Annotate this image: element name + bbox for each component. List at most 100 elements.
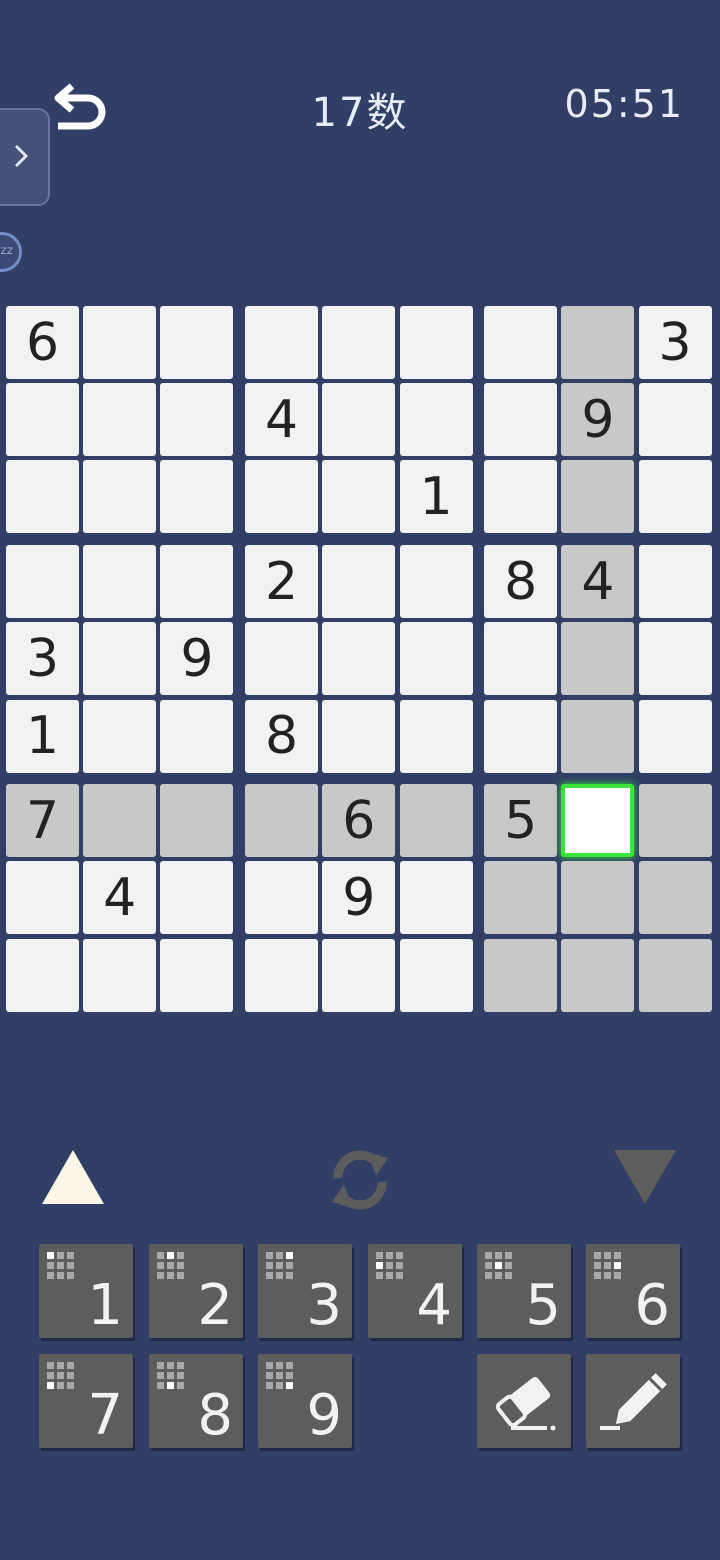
cell-r9-c8[interactable] <box>561 938 635 1012</box>
cell-r5-c7[interactable] <box>484 622 558 696</box>
erase-button[interactable] <box>477 1354 571 1448</box>
cell-r9-c5[interactable] <box>322 938 396 1012</box>
cell-r4-c3[interactable] <box>160 545 234 619</box>
next-button[interactable] <box>612 1148 678 1210</box>
cell-r3-c7[interactable] <box>484 460 558 534</box>
cell-r9-c3[interactable] <box>160 938 234 1012</box>
zz-badge-icon[interactable]: ZZ <box>0 232 22 272</box>
cell-r2-c5[interactable] <box>322 383 396 457</box>
number-key-8[interactable]: 8 <box>149 1354 243 1448</box>
cell-r7-c1[interactable]: 7 <box>6 784 79 858</box>
cell-r6-c5[interactable] <box>322 699 396 773</box>
cell-r5-c5[interactable] <box>322 622 396 696</box>
cell-r4-c6[interactable] <box>399 545 473 619</box>
cell-r8-c2[interactable]: 4 <box>83 861 157 935</box>
number-key-7[interactable]: 7 <box>39 1354 133 1448</box>
cell-r9-c6[interactable] <box>399 938 473 1012</box>
cell-r4-c5[interactable] <box>322 545 396 619</box>
cell-r4-c2[interactable] <box>83 545 157 619</box>
number-key-label: 7 <box>87 1383 123 1448</box>
cell-r8-c1[interactable] <box>6 861 79 935</box>
number-key-2[interactable]: 2 <box>149 1244 243 1338</box>
cell-r3-c2[interactable] <box>83 460 157 534</box>
number-key-label: 9 <box>306 1383 342 1448</box>
cell-r7-c5[interactable]: 6 <box>322 784 396 858</box>
cell-r4-c8[interactable]: 4 <box>561 545 635 619</box>
cell-r6-c7[interactable] <box>484 699 558 773</box>
cell-r7-c2[interactable] <box>83 784 157 858</box>
previous-button[interactable] <box>40 1148 106 1210</box>
cell-r1-c9[interactable]: 3 <box>638 306 712 379</box>
cell-r2-c6[interactable] <box>399 383 473 457</box>
cell-r6-c4[interactable]: 8 <box>245 699 319 773</box>
cell-r2-c4[interactable]: 4 <box>245 383 319 457</box>
cell-r4-c9[interactable] <box>638 545 712 619</box>
cell-r8-c5[interactable]: 9 <box>322 861 396 935</box>
cell-r2-c2[interactable] <box>83 383 157 457</box>
cell-r9-c1[interactable] <box>6 938 79 1012</box>
cell-r8-c7[interactable] <box>484 861 558 935</box>
cell-r5-c3[interactable]: 9 <box>160 622 234 696</box>
number-key-3[interactable]: 3 <box>258 1244 352 1338</box>
cell-r1-c3[interactable] <box>160 306 234 379</box>
cell-r8-c4[interactable] <box>245 861 319 935</box>
cell-r7-c8[interactable] <box>561 784 635 858</box>
number-key-6[interactable]: 6 <box>586 1244 680 1338</box>
cell-r3-c4[interactable] <box>245 460 319 534</box>
cell-r3-c6[interactable]: 1 <box>399 460 473 534</box>
cell-r2-c8[interactable]: 9 <box>561 383 635 457</box>
cell-r2-c3[interactable] <box>160 383 234 457</box>
cell-r3-c1[interactable] <box>6 460 79 534</box>
cell-r1-c4[interactable] <box>245 306 319 379</box>
cell-r7-c4[interactable] <box>245 784 319 858</box>
cell-r2-c1[interactable] <box>6 383 79 457</box>
cell-r4-c1[interactable] <box>6 545 79 619</box>
cell-r5-c9[interactable] <box>638 622 712 696</box>
cell-r6-c6[interactable] <box>399 699 473 773</box>
cell-r1-c6[interactable] <box>399 306 473 379</box>
cell-r8-c3[interactable] <box>160 861 234 935</box>
cell-r6-c2[interactable] <box>83 699 157 773</box>
cell-r8-c8[interactable] <box>561 861 635 935</box>
cell-r7-c6[interactable] <box>399 784 473 858</box>
cell-r5-c1[interactable]: 3 <box>6 622 79 696</box>
cell-r9-c2[interactable] <box>83 938 157 1012</box>
pencil-button[interactable] <box>586 1354 680 1448</box>
cell-r1-c1[interactable]: 6 <box>6 306 79 379</box>
cell-r5-c2[interactable] <box>83 622 157 696</box>
cell-r7-c7[interactable]: 5 <box>484 784 558 858</box>
cycle-button[interactable] <box>324 1144 396 1220</box>
cell-r1-c7[interactable] <box>484 306 558 379</box>
cell-r3-c3[interactable] <box>160 460 234 534</box>
cell-r1-c8[interactable] <box>561 306 635 379</box>
cell-r2-c9[interactable] <box>638 383 712 457</box>
cell-r1-c2[interactable] <box>83 306 157 379</box>
cell-r5-c4[interactable] <box>245 622 319 696</box>
cell-r7-c9[interactable] <box>638 784 712 858</box>
number-key-1[interactable]: 1 <box>39 1244 133 1338</box>
cell-r6-c1[interactable]: 1 <box>6 699 79 773</box>
number-key-label: 2 <box>197 1273 233 1338</box>
cell-r6-c8[interactable] <box>561 699 635 773</box>
cell-r8-c9[interactable] <box>638 861 712 935</box>
number-key-4[interactable]: 4 <box>368 1244 462 1338</box>
cell-r7-c3[interactable] <box>160 784 234 858</box>
number-key-5[interactable]: 5 <box>477 1244 571 1338</box>
cell-r2-c7[interactable] <box>484 383 558 457</box>
cell-r5-c8[interactable] <box>561 622 635 696</box>
side-panel-toggle[interactable] <box>0 108 50 206</box>
number-key-9[interactable]: 9 <box>258 1354 352 1448</box>
cell-r9-c7[interactable] <box>484 938 558 1012</box>
cell-r6-c3[interactable] <box>160 699 234 773</box>
cell-r3-c8[interactable] <box>561 460 635 534</box>
cell-r4-c4[interactable]: 2 <box>245 545 319 619</box>
cell-r9-c4[interactable] <box>245 938 319 1012</box>
cell-r3-c9[interactable] <box>638 460 712 534</box>
cell-r6-c9[interactable] <box>638 699 712 773</box>
cell-r8-c6[interactable] <box>399 861 473 935</box>
cell-r4-c7[interactable]: 8 <box>484 545 558 619</box>
cell-r1-c5[interactable] <box>322 306 396 379</box>
cell-r5-c6[interactable] <box>399 622 473 696</box>
cell-r3-c5[interactable] <box>322 460 396 534</box>
cell-r9-c9[interactable] <box>638 938 712 1012</box>
